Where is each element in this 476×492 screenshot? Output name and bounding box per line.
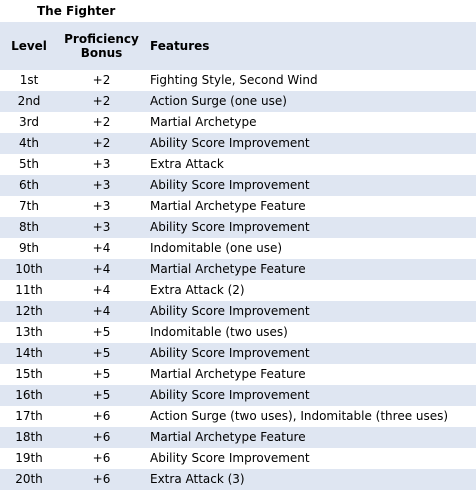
fighter-table: Level Proficiency Bonus Features 1st +2 Fi… xyxy=(0,22,476,490)
level-cell: 20th xyxy=(15,472,43,486)
table-row: 19th +6 Ability Score Improvement xyxy=(0,448,476,469)
table-row: 7th +3 Martial Archetype Feature xyxy=(0,196,476,217)
features-cell: Ability Score Improvement xyxy=(150,304,310,318)
table-row: 11th +4 Extra Attack (2) xyxy=(0,280,476,301)
table-title: The Fighter xyxy=(37,4,116,18)
proficiency-cell: +4 xyxy=(92,283,111,297)
column-header-proficiency: Proficiency Bonus xyxy=(58,22,145,70)
features-cell: Action Surge (two uses), Indomitable (th… xyxy=(150,409,449,423)
table-row: 14th +5 Ability Score Improvement xyxy=(0,343,476,364)
level-cell: 10th xyxy=(15,262,43,276)
table-row: 18th +6 Martial Archetype Feature xyxy=(0,427,476,448)
level-cell: 4th xyxy=(19,136,39,150)
table-row: 5th +3 Extra Attack xyxy=(0,154,476,175)
level-cell: 16th xyxy=(15,388,43,402)
proficiency-cell: +4 xyxy=(92,262,111,276)
features-cell: Martial Archetype Feature xyxy=(150,367,306,381)
proficiency-cell: +2 xyxy=(92,136,111,150)
level-cell: 17th xyxy=(15,409,43,423)
level-cell: 9th xyxy=(19,241,39,255)
table-header: Level Proficiency Bonus Features xyxy=(0,22,476,70)
proficiency-cell: +5 xyxy=(92,388,111,402)
table-row: 3rd +2 Martial Archetype xyxy=(0,112,476,133)
features-cell: Extra Attack (3) xyxy=(150,472,245,486)
table-body: 1st +2 Fighting Style, Second Wind 2nd +2 Act… xyxy=(0,70,476,490)
proficiency-cell: +2 xyxy=(92,94,111,108)
features-cell: Ability Score Improvement xyxy=(150,388,310,402)
level-cell: 6th xyxy=(19,178,39,192)
proficiency-cell: +5 xyxy=(92,367,111,381)
features-cell: Extra Attack xyxy=(150,157,224,171)
column-header-proficiency-line1: Proficiency xyxy=(64,32,139,46)
proficiency-cell: +6 xyxy=(92,409,111,423)
features-cell: Action Surge (one use) xyxy=(150,94,287,108)
proficiency-cell: +3 xyxy=(92,220,111,234)
table-row: 20th +6 Extra Attack (3) xyxy=(0,469,476,490)
features-cell: Extra Attack (2) xyxy=(150,283,245,297)
features-cell: Indomitable (one use) xyxy=(150,241,283,255)
features-cell: Martial Archetype Feature xyxy=(150,199,306,213)
proficiency-cell: +6 xyxy=(92,472,111,486)
level-cell: 12th xyxy=(15,304,43,318)
table-row: 4th +2 Ability Score Improvement xyxy=(0,133,476,154)
features-cell: Indomitable (two uses) xyxy=(150,325,288,339)
table-row: 13th +5 Indomitable (two uses) xyxy=(0,322,476,343)
level-cell: 18th xyxy=(15,430,43,444)
level-cell: 5th xyxy=(19,157,39,171)
proficiency-cell: +5 xyxy=(92,325,111,339)
proficiency-cell: +3 xyxy=(92,178,111,192)
features-cell: Ability Score Improvement xyxy=(150,451,310,465)
proficiency-cell: +6 xyxy=(92,451,111,465)
table-row: 6th +3 Ability Score Improvement xyxy=(0,175,476,196)
table-row: 10th +4 Martial Archetype Feature xyxy=(0,259,476,280)
level-cell: 7th xyxy=(19,199,39,213)
proficiency-cell: +3 xyxy=(92,157,111,171)
level-cell: 8th xyxy=(19,220,39,234)
proficiency-cell: +2 xyxy=(92,73,111,87)
features-cell: Ability Score Improvement xyxy=(150,136,310,150)
features-cell: Martial Archetype xyxy=(150,115,257,129)
level-cell: 13th xyxy=(15,325,43,339)
column-header-features: Features xyxy=(150,39,210,53)
features-cell: Martial Archetype Feature xyxy=(150,430,306,444)
table-row: 15th +5 Martial Archetype Feature xyxy=(0,364,476,385)
table-row: 16th +5 Ability Score Improvement xyxy=(0,385,476,406)
proficiency-cell: +4 xyxy=(92,241,111,255)
level-cell: 1st xyxy=(19,73,39,87)
level-cell: 15th xyxy=(15,367,43,381)
level-cell: 11th xyxy=(15,283,43,297)
table-row: 8th +3 Ability Score Improvement xyxy=(0,217,476,238)
table-row: 12th +4 Ability Score Improvement xyxy=(0,301,476,322)
features-cell: Ability Score Improvement xyxy=(150,346,310,360)
table-row: 9th +4 Indomitable (one use) xyxy=(0,238,476,259)
header-row: Level Proficiency Bonus Features xyxy=(0,22,476,70)
features-cell: Martial Archetype Feature xyxy=(150,262,306,276)
table-row: 17th +6 Action Surge (two uses), Indomitab… xyxy=(0,406,476,427)
proficiency-cell: +4 xyxy=(92,304,111,318)
proficiency-cell: +3 xyxy=(92,199,111,213)
level-cell: 14th xyxy=(15,346,43,360)
level-cell: 3rd xyxy=(19,115,39,129)
proficiency-cell: +5 xyxy=(92,346,111,360)
features-cell: Ability Score Improvement xyxy=(150,220,310,234)
proficiency-cell: +2 xyxy=(92,115,111,129)
table-row: 2nd +2 Action Surge (one use) xyxy=(0,91,476,112)
column-header-level: Level xyxy=(11,39,47,53)
column-header-proficiency-line2: Bonus xyxy=(80,46,123,60)
table-row: 1st +2 Fighting Style, Second Wind xyxy=(0,70,476,91)
level-cell: 19th xyxy=(15,451,43,465)
features-cell: Fighting Style, Second Wind xyxy=(150,73,318,87)
proficiency-cell: +6 xyxy=(92,430,111,444)
features-cell: Ability Score Improvement xyxy=(150,178,310,192)
level-cell: 2nd xyxy=(17,94,41,108)
